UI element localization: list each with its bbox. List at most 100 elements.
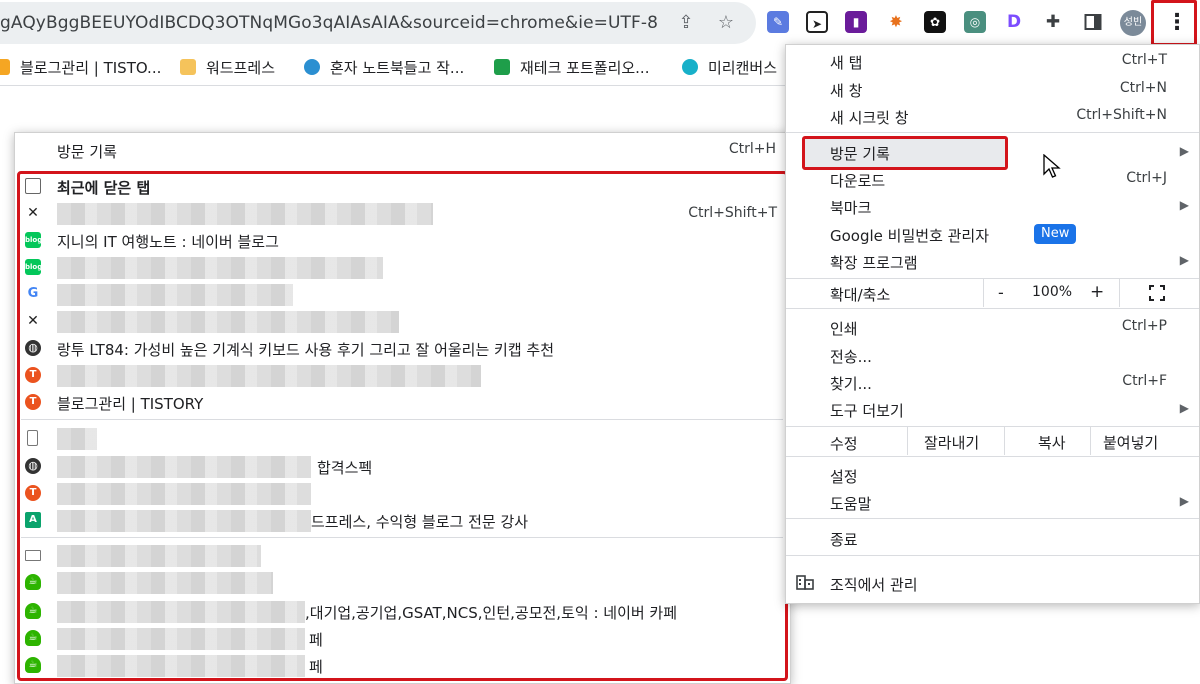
history-row[interactable]: ✕ xyxy=(21,308,783,335)
blurred-title xyxy=(57,203,433,225)
history-row[interactable]: ☕ 페 xyxy=(21,625,783,652)
new-badge: New xyxy=(1034,224,1077,244)
blurred-title xyxy=(57,257,383,279)
menu-label: 새 시크릿 창 xyxy=(830,109,909,127)
menu-help[interactable]: 도움말 ▶ xyxy=(786,488,1199,516)
history-row[interactable]: ☕ xyxy=(21,569,783,596)
history-row[interactable]: blog xyxy=(21,254,783,281)
history-row[interactable] xyxy=(21,425,783,452)
openai-extension-icon[interactable]: ✿ xyxy=(924,11,946,33)
history-row-text: 블로그관리 | TISTORY xyxy=(57,395,204,413)
menu-exit[interactable]: 종료 xyxy=(786,524,1199,552)
zoom-in-button[interactable]: + xyxy=(1090,282,1104,302)
blurred-title xyxy=(57,601,305,623)
puzzle-extensions-icon[interactable]: ✚ xyxy=(1042,11,1064,33)
tistory-icon: T xyxy=(25,485,41,501)
mouse-cursor-icon xyxy=(1043,154,1061,178)
menu-more-tools[interactable]: 도구 더보기 ▶ xyxy=(786,395,1199,423)
menu-password-manager[interactable]: Google 비밀번호 관리자 New xyxy=(786,220,1199,248)
history-row[interactable]: ◍ 합격스펙 xyxy=(21,453,783,480)
zoom-out-button[interactable]: - xyxy=(998,283,1004,302)
menu-label: 새 탭 xyxy=(830,54,863,72)
history-title: 방문 기록 xyxy=(57,143,117,161)
address-bar[interactable]: gAQyBggBEEUYOdIBCDQ3OTNqMGo3qAIAsAIA&sou… xyxy=(0,2,756,44)
menu-new-window[interactable]: 새 창 Ctrl+N xyxy=(786,75,1199,103)
history-row-text: 드프레스, 수익형 블로그 전문 강사 xyxy=(311,513,529,531)
history-row[interactable]: A 드프레스, 수익형 블로그 전문 강사 xyxy=(21,507,783,534)
zoom-divider xyxy=(983,279,984,307)
menu-bookmarks[interactable]: 북마크 ▶ xyxy=(786,192,1199,220)
building-icon xyxy=(796,574,814,590)
bookmark-item-tistory[interactable]: 블로그관리 | TISTO... xyxy=(0,57,161,79)
submenu-arrow-icon: ▶ xyxy=(1179,198,1189,212)
share-icon[interactable]: ⇪ xyxy=(672,9,700,37)
side-panel-icon[interactable] xyxy=(1082,11,1104,33)
send-extension-icon[interactable]: ➤ xyxy=(806,11,828,33)
history-row[interactable]: G xyxy=(21,281,783,308)
menu-downloads[interactable]: 다운로드 Ctrl+J xyxy=(786,165,1199,193)
bookmark-item-portfolio[interactable]: 재테크 포트폴리오... xyxy=(494,57,649,79)
menu-print[interactable]: 인쇄 Ctrl+P xyxy=(786,313,1199,341)
menu-label: 확장 프로그램 xyxy=(830,254,918,272)
menu-settings[interactable]: 설정 xyxy=(786,461,1199,489)
history-row[interactable] xyxy=(21,542,783,569)
menu-label: 찾기... xyxy=(830,375,872,393)
menu-new-tab[interactable]: 새 탭 Ctrl+T xyxy=(786,47,1199,75)
laptop-icon xyxy=(25,550,41,561)
blurred-title xyxy=(57,628,305,650)
tistory-icon: T xyxy=(25,367,41,383)
submenu-arrow-icon: ▶ xyxy=(1179,253,1189,267)
chrome-menu-button[interactable]: ⋮ xyxy=(1151,0,1197,46)
tab-icon xyxy=(25,178,41,194)
shield-extension-icon[interactable]: ◎ xyxy=(964,11,986,33)
menu-managed-by-org[interactable]: 조직에서 관리 xyxy=(786,569,1199,597)
chart-extension-icon[interactable]: ▮ xyxy=(845,11,867,33)
bookmark-item-notebook[interactable]: 혼자 노트북들고 작... xyxy=(304,57,464,79)
history-row[interactable]: ◍ 랑투 LT84: 가성비 높은 기계식 키보드 사용 후기 그리고 잘 어울… xyxy=(21,335,783,362)
browser-toolbar: gAQyBggBEEUYOdIBCDQ3OTNqMGo3qAIAsAIA&sou… xyxy=(0,0,1200,48)
menu-shortcut: Ctrl+Shift+N xyxy=(1076,107,1167,123)
menu-extensions[interactable]: 확장 프로그램 ▶ xyxy=(786,247,1199,275)
menu-history[interactable]: 방문 기록 ▶ xyxy=(786,138,1199,166)
bookmark-label: 워드프레스 xyxy=(206,59,276,77)
history-divider xyxy=(21,419,783,420)
bookmark-item-wordpress[interactable]: 워드프레스 xyxy=(180,57,275,79)
bookmark-favicon xyxy=(0,59,10,75)
blurred-title xyxy=(57,311,399,333)
menu-divider xyxy=(786,132,1199,133)
history-row[interactable]: ☕ 페 xyxy=(21,652,783,679)
maple-extension-icon[interactable]: ✸ xyxy=(885,11,907,33)
history-row[interactable]: T xyxy=(21,362,783,389)
history-menu-header[interactable]: 방문 기록 Ctrl+H xyxy=(15,133,790,169)
edit-divider xyxy=(1004,427,1005,455)
history-row[interactable]: ☕ ,대기업,공기업,GSAT,NCS,인턴,공모전,토익 : 네이버 카페 xyxy=(21,598,783,625)
zoom-divider xyxy=(1119,279,1120,307)
history-row[interactable]: blog 지니의 IT 여행노트 : 네이버 블로그 xyxy=(21,227,783,254)
profile-avatar[interactable]: 성빈 xyxy=(1120,10,1146,36)
menu-cast[interactable]: 전송... xyxy=(786,341,1199,369)
notes-extension-icon[interactable]: ✎ xyxy=(767,11,789,33)
menu-divider xyxy=(786,555,1199,556)
copy-button[interactable]: 복사 xyxy=(1038,432,1066,453)
naver-cafe-icon: ☕ xyxy=(25,657,41,673)
history-row[interactable]: T xyxy=(21,480,783,507)
menu-find[interactable]: 찾기... Ctrl+F xyxy=(786,368,1199,396)
history-row[interactable]: T 블로그관리 | TISTORY xyxy=(21,389,783,416)
menu-shortcut: Ctrl+T xyxy=(1121,52,1167,68)
menu-incognito[interactable]: 새 시크릿 창 Ctrl+Shift+N xyxy=(786,102,1199,130)
chrome-main-menu: 새 탭 Ctrl+T 새 창 Ctrl+N 새 시크릿 창 Ctrl+Shift… xyxy=(785,44,1200,604)
cut-button[interactable]: 잘라내기 xyxy=(924,432,979,453)
naver-blog-icon: blog xyxy=(25,259,42,275)
menu-zoom-row: 확대/축소 - 100% + xyxy=(786,279,1199,307)
paste-button[interactable]: 붙여넣기 xyxy=(1103,432,1158,453)
history-divider xyxy=(21,537,783,538)
menu-shortcut: Ctrl+N xyxy=(1119,80,1167,96)
bookmark-item-miricanvas[interactable]: 미리캔버스 xyxy=(682,57,777,79)
submenu-arrow-icon: ▶ xyxy=(1179,401,1189,415)
d-extension-icon[interactable]: D xyxy=(1003,11,1025,33)
history-row[interactable]: ✕ Ctrl+Shift+T xyxy=(21,200,783,227)
reopen-tab-shortcut: Ctrl+Shift+T xyxy=(688,205,777,221)
fullscreen-icon[interactable] xyxy=(1149,285,1165,301)
history-row-text: 랑투 LT84: 가성비 높은 기계식 키보드 사용 후기 그리고 잘 어울리는… xyxy=(57,341,555,359)
bookmark-star-icon[interactable]: ☆ xyxy=(712,9,740,37)
